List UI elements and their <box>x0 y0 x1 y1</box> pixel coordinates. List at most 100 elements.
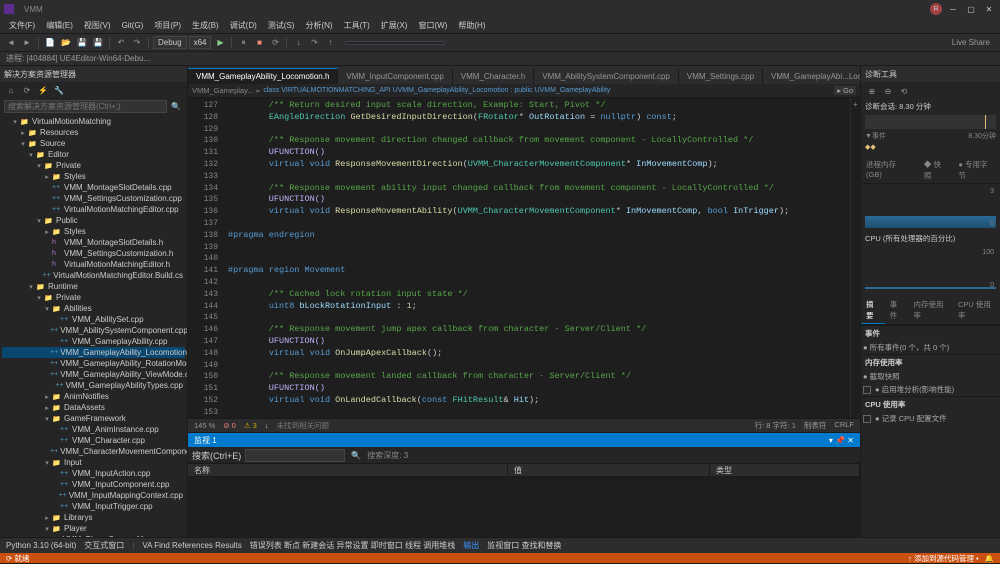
stop-icon[interactable]: ■ <box>252 36 266 50</box>
status-item[interactable]: 监视窗口 <box>487 541 519 550</box>
watch-body[interactable] <box>188 477 860 537</box>
menu-p[interactable]: 项目(P) <box>149 19 186 32</box>
search-icon[interactable]: 🔍 <box>349 448 363 462</box>
tree-item[interactable]: ▸📁Styles <box>2 226 185 237</box>
step-out-icon[interactable]: ↑ <box>323 36 337 50</box>
go-button[interactable]: ▸Go <box>834 86 856 95</box>
col-type[interactable]: 类型 <box>710 464 860 476</box>
new-icon[interactable]: 📄 <box>43 36 57 50</box>
undo-icon[interactable]: ↶ <box>114 36 128 50</box>
diag-reset-icon[interactable]: ⟲ <box>897 84 911 98</box>
status-item[interactable]: 异常设置 <box>337 541 369 550</box>
nav-back-icon[interactable]: ◄ <box>4 36 18 50</box>
source-control[interactable]: ↑ 添加到源代码管理 • <box>908 553 979 564</box>
col-value[interactable]: 值 <box>508 464 710 476</box>
tree-item[interactable]: ▾📁GameFramework <box>2 413 185 424</box>
status-item[interactable]: 查找和替换 <box>521 541 561 550</box>
tree-item[interactable]: ▾📁Player <box>2 523 185 534</box>
tree-item[interactable]: ++VMM_AnimInstance.cpp <box>2 424 185 435</box>
tree-item[interactable]: ++VMM_GameplayAbility_RotationMode.cpp <box>2 358 185 369</box>
minimize-button[interactable]: ─ <box>946 2 960 16</box>
live-share[interactable]: Live Share <box>946 38 996 47</box>
continue-icon[interactable]: ▶ <box>213 36 227 50</box>
menu-b[interactable]: 生成(B) <box>187 19 224 32</box>
tree-item[interactable]: ++VMM_AbilitySet.cpp <box>2 314 185 325</box>
tree-item[interactable]: ++VMM_InputMappingContext.cpp <box>2 490 185 501</box>
tree-item[interactable]: ++VMM_SettingsCustomization.cpp <box>2 193 185 204</box>
step-into-icon[interactable]: ↓ <box>291 36 305 50</box>
props-icon[interactable]: 🔧 <box>52 83 66 97</box>
diag-tab-private[interactable]: ● 专用字节 <box>953 157 1000 183</box>
tree-item[interactable]: ▾📁Private <box>2 160 185 171</box>
open-icon[interactable]: 📂 <box>59 36 73 50</box>
tree-item[interactable]: ▾📁Editor <box>2 149 185 160</box>
config-combo[interactable]: Debug <box>153 36 187 49</box>
menu-t[interactable]: 工具(T) <box>339 19 375 32</box>
memory-graph[interactable]: 3 0 <box>865 188 996 228</box>
notification-icon[interactable]: 🔔 <box>985 554 994 563</box>
tree-item[interactable]: ++VMM_InputTrigger.cpp <box>2 501 185 512</box>
tree-item[interactable]: ▾📁Source <box>2 138 185 149</box>
heap-checkbox[interactable]: ● 启用堆分析(影响性能) <box>861 383 1000 396</box>
watch-search-input[interactable] <box>245 449 345 462</box>
user-avatar[interactable]: R <box>930 3 942 15</box>
nav-fwd-icon[interactable]: ► <box>20 36 34 50</box>
diag-timeline[interactable] <box>865 115 996 129</box>
breadcrumb-file[interactable]: VMM_Gameplay... <box>192 86 254 95</box>
tree-item[interactable]: ++VMM_InputAction.cpp <box>2 468 185 479</box>
diag-zoom-out-icon[interactable]: ⊖ <box>881 84 895 98</box>
tree-item[interactable]: ▸📁Resources <box>2 127 185 138</box>
tree-item[interactable]: hVirtualMotionMatchingEditor.h <box>2 259 185 270</box>
panel-pin-icon[interactable]: ▾ 📌 ✕ <box>829 436 854 445</box>
tree-item[interactable]: ++VMM_CharacterMovementComponent.cpp <box>2 446 185 457</box>
tree-item[interactable]: ++VMM_AbilitySystemComponent.cpp <box>2 325 185 336</box>
va-results[interactable]: VA Find References Results <box>142 541 241 550</box>
tree-item[interactable]: ▸📁Styles <box>2 171 185 182</box>
editor-tab[interactable]: VMM_Character.h <box>453 69 534 84</box>
eol[interactable]: CRLF <box>834 420 854 431</box>
redo-icon[interactable]: ↷ <box>130 36 144 50</box>
tree-item[interactable]: ▾📁VirtualMotionMatching <box>2 116 185 127</box>
editor-tab[interactable]: VMM_InputComponent.cpp <box>338 69 452 84</box>
diag-tab-summary[interactable]: 摘要 <box>861 297 885 324</box>
errors[interactable]: ⊘ 0 <box>223 421 236 430</box>
filter-icon[interactable]: ⚡ <box>36 83 50 97</box>
tree-item[interactable]: ▾📁Input <box>2 457 185 468</box>
breadcrumb-scope[interactable]: class VIRTUALMOTIONMATCHING_API UVMM_Gam… <box>263 87 610 94</box>
tree-item[interactable]: ▾📁Private <box>2 292 185 303</box>
save-icon[interactable]: 💾 <box>75 36 89 50</box>
tree-item[interactable]: ▸📁AnimNotifies <box>2 391 185 402</box>
step-over-icon[interactable]: ↷ <box>307 36 321 50</box>
menu-h[interactable]: 帮助(H) <box>453 19 490 32</box>
menu-f[interactable]: 文件(F) <box>4 19 40 32</box>
editor-tab[interactable]: VMM_AbilitySystemComponent.cpp <box>534 69 679 84</box>
menu-x[interactable]: 扩展(X) <box>376 19 413 32</box>
tree-item[interactable]: ++VMM_GameplayAbility.cpp <box>2 336 185 347</box>
diag-zoom-in-icon[interactable]: ⊕ <box>865 84 879 98</box>
tree-item[interactable]: ▸📁Librarys <box>2 512 185 523</box>
editor-tab[interactable]: VMM_GameplayAbility_Locomotion.h <box>188 68 338 84</box>
tree-item[interactable]: ▾📁Abilities <box>2 303 185 314</box>
events-count[interactable]: ● 所有事件(0 个，共 0 个) <box>861 341 1000 354</box>
tree-item[interactable]: hVMM_SettingsCustomization.h <box>2 248 185 259</box>
python-env[interactable]: Python 3.10 (64-bit) <box>6 541 76 550</box>
status-item[interactable]: 调用堆栈 <box>423 541 455 550</box>
tree-item[interactable]: ++VirtualMotionMatchingEditor.cpp <box>2 204 185 215</box>
status-item[interactable]: 即时窗口 <box>371 541 403 550</box>
search-box[interactable] <box>345 41 445 45</box>
solution-search-input[interactable] <box>4 100 167 113</box>
tree-item[interactable]: ++VMM_GameplayAbilityTypes.cpp <box>2 380 185 391</box>
tree-item[interactable]: ▾📁Public <box>2 215 185 226</box>
close-button[interactable]: ✕ <box>982 2 996 16</box>
restart-icon[interactable]: ⟳ <box>268 36 282 50</box>
code-editor[interactable]: 127 128 129 130 131 132 133 134 135 136 … <box>188 98 860 418</box>
status-item[interactable]: 错误列表 <box>250 541 282 550</box>
menu-d[interactable]: 调试(D) <box>225 19 262 32</box>
menu-n[interactable]: 分析(N) <box>300 19 337 32</box>
diag-tab-snapshot[interactable]: ◆ 快照 <box>919 157 954 183</box>
interactive[interactable]: 交互式窗口 <box>84 540 124 551</box>
diag-tab-mem-use[interactable]: 内存使用率 <box>909 297 953 324</box>
status-item[interactable]: 新建会话 <box>302 541 334 550</box>
tree-item[interactable]: ++VMM_GameplayAbility_ViewMode.cpp <box>2 369 185 380</box>
menu-e[interactable]: 编辑(E) <box>41 19 78 32</box>
